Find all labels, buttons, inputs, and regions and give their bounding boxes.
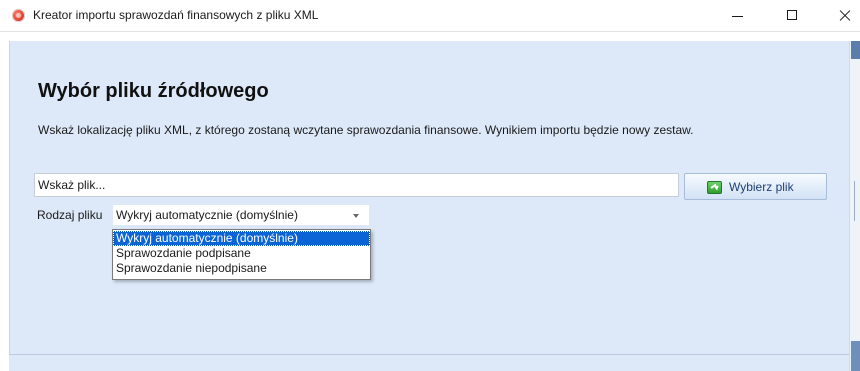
file-type-select[interactable]: Wykryj automatycznie (domyślnie) xyxy=(112,204,370,226)
maximize-icon[interactable] xyxy=(770,0,816,31)
file-path-input[interactable] xyxy=(34,173,679,197)
page-title: Wybór pliku źródłowego xyxy=(38,80,269,102)
dropdown-option-auto[interactable]: Wykryj automatycznie (domyślnie) xyxy=(113,231,370,246)
right-window-edge xyxy=(849,41,860,371)
dropdown-option-signed[interactable]: Sprawozdanie podpisane xyxy=(113,246,370,261)
edge-accent-bottom xyxy=(851,341,860,371)
file-type-dropdown-list: Wykryj automatycznie (domyślnie) Sprawoz… xyxy=(112,229,371,280)
title-bar[interactable]: Kreator importu sprawozdań finansowych z… xyxy=(0,0,860,32)
wizard-footer xyxy=(9,355,849,371)
window-title: Kreator importu sprawozdań finansowych z… xyxy=(33,8,319,22)
choose-file-button-label: Wybierz plik xyxy=(729,180,794,194)
choose-file-button[interactable]: Wybierz plik xyxy=(684,173,827,200)
chevron-down-icon[interactable] xyxy=(353,214,359,218)
close-icon[interactable] xyxy=(822,0,860,31)
choose-file-button-content: Wybierz plik xyxy=(707,180,794,194)
edge-accent xyxy=(851,41,860,59)
scroll-grip[interactable] xyxy=(854,181,855,221)
file-type-label: Rodzaj pliku xyxy=(37,208,103,222)
minimize-icon[interactable] xyxy=(714,0,760,31)
import-wizard-window: Kreator importu sprawozdań finansowych z… xyxy=(0,0,860,371)
arrow-export-icon xyxy=(707,180,722,194)
instructions-text: Wskaż lokalizację pliku XML, z którego z… xyxy=(38,123,694,137)
dropdown-option-unsigned[interactable]: Sprawozdanie niepodpisane xyxy=(113,261,370,276)
app-logo-icon[interactable] xyxy=(12,9,25,22)
file-type-selected-value: Wykryj automatycznie (domyślnie) xyxy=(116,208,298,222)
